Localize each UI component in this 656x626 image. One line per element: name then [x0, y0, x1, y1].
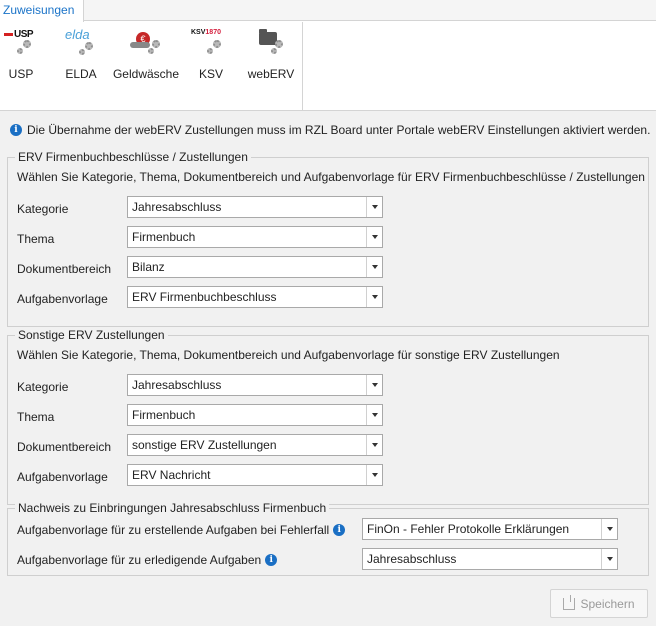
chevron-down-icon[interactable]	[601, 519, 617, 539]
kategorie-label: Kategorie	[17, 380, 69, 394]
ksv-button[interactable]: KSV1870 KSV	[190, 22, 232, 92]
chevron-down-icon[interactable]	[366, 405, 382, 425]
kategorie-value: Jahresabschluss	[132, 200, 222, 214]
usp-button[interactable]: USP USP	[3, 22, 39, 92]
dokumentbereich-label: Dokumentbereich	[17, 440, 112, 454]
ksv-logo-icon: KSV1870	[191, 26, 231, 66]
ribbon: Zuweisungen USP USP elda ELDA € Geldwäsc…	[0, 0, 656, 111]
thema-value: Firmenbuch	[132, 230, 196, 244]
erledigende-label-row: Aufgabenvorlage für zu erledigende Aufga…	[17, 553, 278, 567]
save-button[interactable]: Speichern	[550, 589, 648, 618]
section-erv-firmenbuch-description: Wählen Sie Kategorie, Thema, Dokumentber…	[17, 170, 645, 184]
ksv-label: KSV	[198, 67, 223, 81]
info-icon[interactable]: i	[333, 524, 346, 536]
ribbon-group: USP USP elda ELDA € Geldwäsche KSV1870 K…	[0, 22, 303, 110]
chevron-down-icon[interactable]	[366, 287, 382, 307]
settings-panel: i Die Übernahme der webERV Zustellungen …	[6, 113, 650, 625]
save-icon	[563, 594, 576, 610]
money-laundering-icon: €	[126, 26, 166, 66]
fehlerfall-value: FinOn - Fehler Protokolle Erklärungen	[367, 522, 570, 536]
chevron-down-icon[interactable]	[366, 227, 382, 247]
kategorie-label: Kategorie	[17, 202, 69, 216]
section-sonstige-erv: Sonstige ERV Zustellungen Wählen Sie Kat…	[7, 328, 649, 505]
chevron-down-icon[interactable]	[366, 435, 382, 455]
section-sonstige-erv-title: Sonstige ERV Zustellungen	[15, 328, 168, 342]
elda-logo-icon: elda	[61, 26, 101, 66]
thema-label: Thema	[17, 410, 55, 424]
fehlerfall-label-row: Aufgabenvorlage für zu erstellende Aufga…	[17, 523, 346, 537]
ribbon-tabbar: Zuweisungen	[0, 0, 656, 22]
fehlerfall-dropdown[interactable]: FinOn - Fehler Protokolle Erklärungen	[362, 518, 618, 540]
usp-label: USP	[8, 67, 34, 81]
thema-dropdown[interactable]: Firmenbuch	[127, 226, 383, 248]
elda-label: ELDA	[65, 67, 97, 81]
chevron-down-icon[interactable]	[366, 465, 382, 485]
info-text: Die Übernahme der webERV Zustellungen mu…	[27, 123, 651, 137]
aufgabenvorlage-value: ERV Firmenbuchbeschluss	[132, 290, 277, 304]
save-button-label: Speichern	[580, 596, 635, 611]
erledigende-dropdown[interactable]: Jahresabschluss	[362, 548, 618, 570]
section-sonstige-erv-description: Wählen Sie Kategorie, Thema, Dokumentber…	[17, 348, 560, 362]
section-nachweis: Nachweis zu Einbringungen Jahresabschlus…	[7, 501, 649, 576]
kategorie-dropdown[interactable]: Jahresabschluss	[127, 374, 383, 396]
aufgabenvorlage-value: ERV Nachricht	[132, 468, 211, 482]
erledigende-value: Jahresabschluss	[367, 552, 457, 566]
info-icon[interactable]: i	[265, 554, 278, 566]
kategorie-dropdown[interactable]: Jahresabschluss	[127, 196, 383, 218]
dokumentbereich-dropdown[interactable]: Bilanz	[127, 256, 383, 278]
thema-value: Firmenbuch	[132, 408, 196, 422]
elda-button[interactable]: elda ELDA	[60, 22, 102, 92]
info-notice: i Die Übernahme der webERV Zustellungen …	[10, 123, 650, 137]
chevron-down-icon[interactable]	[601, 549, 617, 569]
info-icon: i	[10, 124, 22, 136]
section-erv-firmenbuch: ERV Firmenbuchbeschlüsse / Zustellungen …	[7, 150, 649, 327]
fehlerfall-label: Aufgabenvorlage für zu erstellende Aufga…	[17, 523, 330, 537]
erledigende-label: Aufgabenvorlage für zu erledigende Aufga…	[17, 553, 262, 567]
aufgabenvorlage-label: Aufgabenvorlage	[17, 470, 108, 484]
dokumentbereich-value: sonstige ERV Zustellungen	[132, 438, 277, 452]
geldwaesche-button[interactable]: € Geldwäsche	[112, 22, 180, 92]
aufgabenvorlage-dropdown[interactable]: ERV Nachricht	[127, 464, 383, 486]
thema-label: Thema	[17, 232, 55, 246]
geldwaesche-label: Geldwäsche	[112, 67, 180, 81]
weberv-button[interactable]: webERV	[246, 22, 296, 92]
chevron-down-icon[interactable]	[366, 257, 382, 277]
folder-icon	[251, 26, 291, 66]
weberv-label: webERV	[247, 67, 295, 81]
aufgabenvorlage-dropdown[interactable]: ERV Firmenbuchbeschluss	[127, 286, 383, 308]
thema-dropdown[interactable]: Firmenbuch	[127, 404, 383, 426]
usp-logo-icon: USP	[1, 26, 41, 66]
chevron-down-icon[interactable]	[366, 197, 382, 217]
section-erv-firmenbuch-title: ERV Firmenbuchbeschlüsse / Zustellungen	[15, 150, 251, 164]
dokumentbereich-label: Dokumentbereich	[17, 262, 112, 276]
dokumentbereich-value: Bilanz	[132, 260, 165, 274]
aufgabenvorlage-label: Aufgabenvorlage	[17, 292, 108, 306]
section-nachweis-title: Nachweis zu Einbringungen Jahresabschlus…	[15, 501, 330, 515]
tab-zuweisungen[interactable]: Zuweisungen	[0, 0, 84, 22]
dokumentbereich-dropdown[interactable]: sonstige ERV Zustellungen	[127, 434, 383, 456]
chevron-down-icon[interactable]	[366, 375, 382, 395]
kategorie-value: Jahresabschluss	[132, 378, 222, 392]
